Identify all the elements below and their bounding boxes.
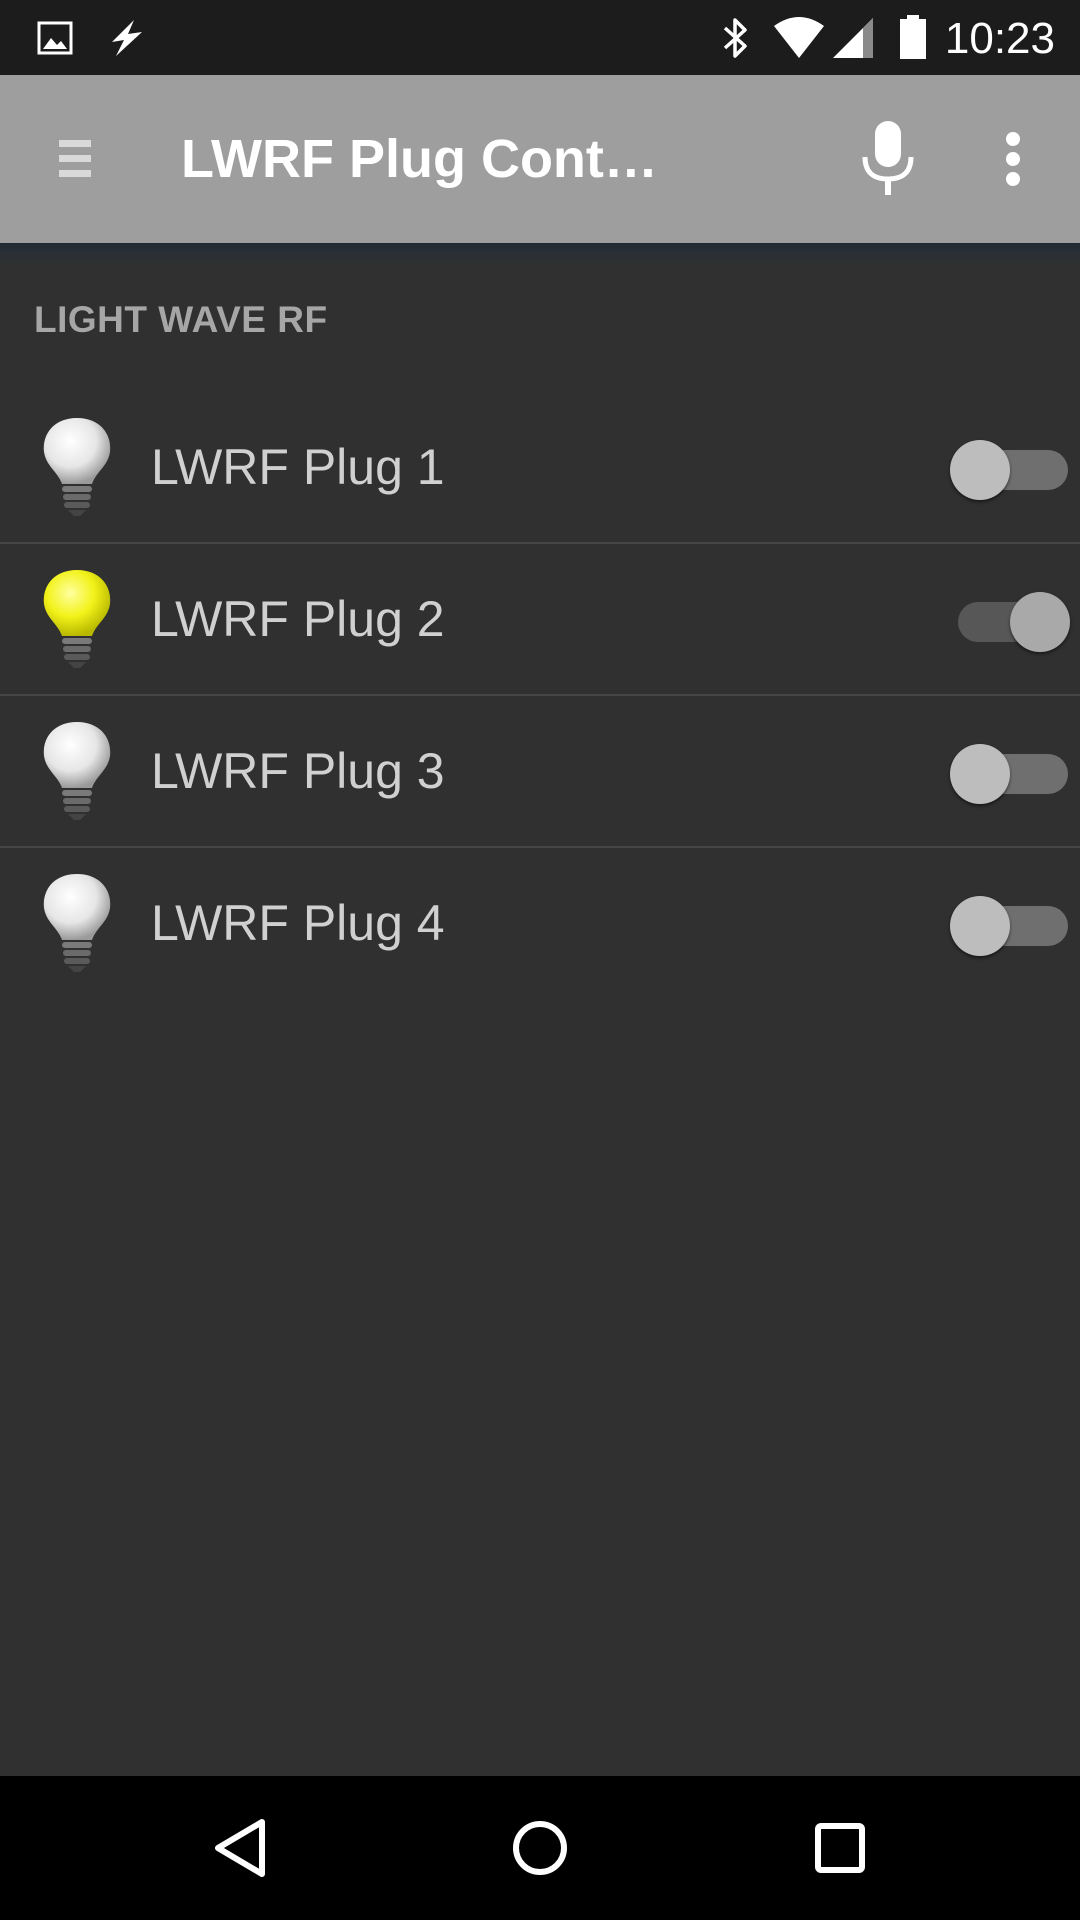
screen: 10:23 LWRF Plug Cont… LIGHT WAVE RF LWRF… — [0, 0, 1080, 1920]
bulb-on-icon — [43, 570, 111, 668]
toggle-thumb — [950, 744, 1010, 804]
battery-icon — [896, 0, 930, 75]
action-bar-shadow — [0, 243, 1080, 267]
wifi-icon — [772, 0, 826, 75]
list-item[interactable]: LWRF Plug 4 — [0, 848, 1080, 998]
plug-toggle[interactable] — [950, 440, 1070, 500]
app-title: LWRF Plug Cont… — [181, 129, 658, 189]
bulb-off-icon — [43, 722, 111, 820]
plug-list: LWRF Plug 1 LWRF Plug 2 LWRF Plug 3 LWRF… — [0, 392, 1080, 998]
bluetooth-icon — [718, 0, 754, 75]
plug-toggle[interactable] — [958, 592, 1078, 652]
toggle-thumb — [950, 896, 1010, 956]
action-bar: LWRF Plug Cont… — [0, 75, 1080, 243]
list-item[interactable]: LWRF Plug 3 — [0, 696, 1080, 848]
bulb-off-icon — [43, 874, 111, 972]
cell-signal-icon — [830, 0, 876, 75]
status-bar: 10:23 — [0, 0, 1080, 75]
plug-toggle[interactable] — [950, 896, 1070, 956]
home-icon[interactable] — [490, 1798, 590, 1898]
recents-icon[interactable] — [790, 1798, 890, 1898]
bulb-off-icon — [43, 418, 111, 516]
status-time: 10:23 — [944, 14, 1055, 63]
plug-label: LWRF Plug 4 — [151, 895, 445, 951]
microphone-icon[interactable] — [840, 109, 936, 209]
list-item[interactable]: LWRF Plug 2 — [0, 544, 1080, 696]
toggle-thumb — [950, 440, 1010, 500]
plug-label: LWRF Plug 3 — [151, 743, 445, 799]
plug-toggle[interactable] — [950, 744, 1070, 804]
overflow-menu-icon[interactable] — [975, 109, 1051, 209]
image-notification-icon — [36, 0, 74, 75]
plug-label: LWRF Plug 2 — [151, 591, 445, 647]
drawer-menu-icon[interactable] — [40, 119, 110, 199]
navigation-bar — [0, 1776, 1080, 1920]
back-icon[interactable] — [190, 1798, 290, 1898]
flash-notification-icon — [104, 0, 148, 75]
plug-label: LWRF Plug 1 — [151, 439, 445, 495]
section-header: LIGHT WAVE RF — [34, 299, 328, 340]
toggle-thumb — [1010, 592, 1070, 652]
list-item[interactable]: LWRF Plug 1 — [0, 392, 1080, 544]
